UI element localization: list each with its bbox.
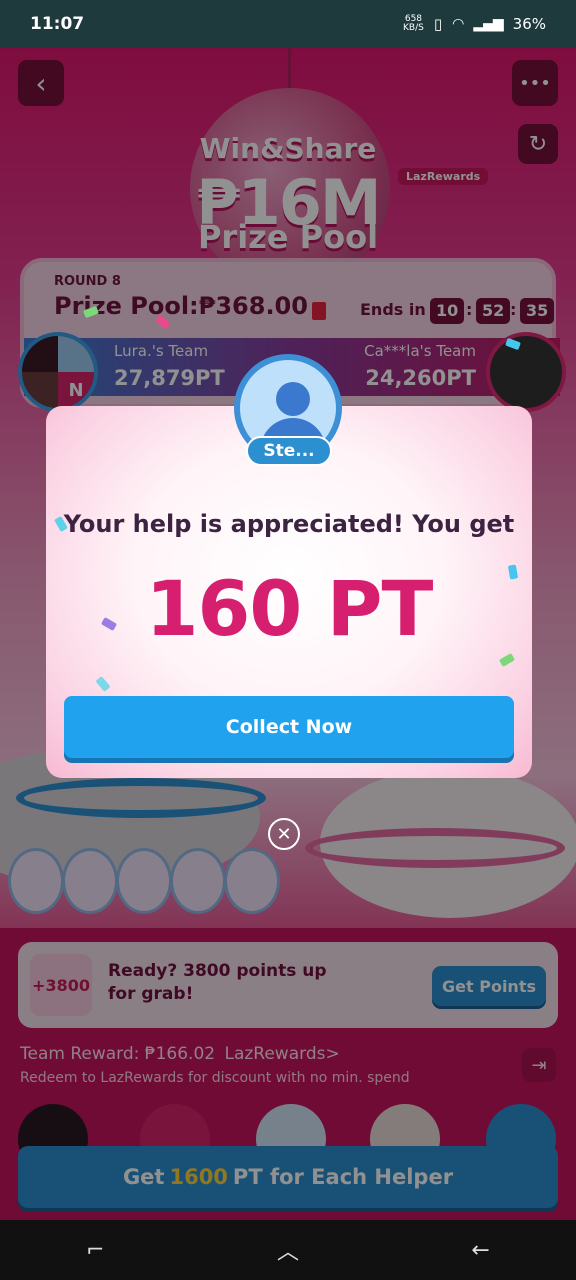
wifi-icon: ◠ (452, 16, 464, 32)
avatar-head (276, 382, 310, 416)
status-icons: 658 KB/S ▯ ◠ ▂▄▆ 36% (403, 15, 546, 34)
status-time: 11:07 (30, 14, 85, 34)
close-modal-button[interactable]: ✕ (268, 818, 300, 850)
net-speed: 658 KB/S (403, 15, 424, 33)
close-icon: ✕ (276, 823, 292, 845)
back-nav-icon[interactable]: ← (471, 1238, 489, 1263)
recents-icon[interactable]: ⌐ (86, 1238, 104, 1263)
android-nav-bar: ⌐ ︿ ← (0, 1220, 576, 1280)
status-bar: 11:07 658 KB/S ▯ ◠ ▂▄▆ 36% (0, 0, 576, 48)
home-icon[interactable]: ︿ (277, 1234, 299, 1266)
vibrate-icon: ▯ (433, 15, 443, 33)
helper-name-badge: Ste... (246, 436, 332, 466)
collect-now-button[interactable]: Collect Now (64, 696, 514, 758)
signal-icon: ▂▄▆ (473, 16, 503, 32)
battery-text: 36% (512, 15, 546, 33)
reward-points: 160 PT (145, 564, 434, 653)
net-speed-unit: KB/S (403, 23, 424, 33)
reward-message: Your help is appreciated! You get (63, 510, 515, 538)
